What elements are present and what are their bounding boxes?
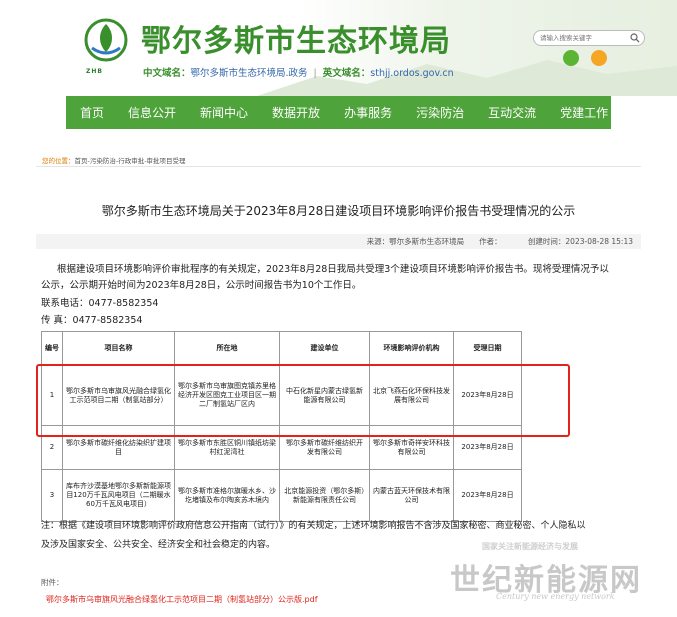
site-title[interactable]: 鄂尔多斯市生态环境局 xyxy=(141,16,451,60)
nav-item-interaction[interactable]: 互动交流 xyxy=(488,104,536,121)
col-header-builder: 建设单位 xyxy=(279,331,370,366)
contact-phone: 联系电话：0477-8582354 xyxy=(41,298,159,309)
col-header-location: 所在地 xyxy=(174,331,280,366)
weibo-icon[interactable] xyxy=(591,50,607,66)
col-header-eia-agency: 环境影响评价机构 xyxy=(369,331,454,366)
nav-item-services[interactable]: 办事服务 xyxy=(344,104,392,121)
search-icon[interactable] xyxy=(630,33,640,43)
col-header-date: 受理日期 xyxy=(453,331,522,366)
search-input[interactable] xyxy=(540,34,630,42)
table-row: 3 库布齐沙漠基地鄂尔多斯新能源项目120万千瓦风电项目（二期暖水60万千瓦风电… xyxy=(41,469,522,522)
logo-label: ZHB xyxy=(86,68,103,75)
en-domain[interactable]: sthjj.ordos.gov.cn xyxy=(370,68,453,79)
wechat-icon[interactable] xyxy=(563,50,579,66)
domain-line: 中文域名：鄂尔多斯市生态环境局.政务 | 英文域名：sthjj.ordos.gov.… xyxy=(143,65,454,79)
breadcrumb-path[interactable]: 首页-污染防治-行政审批-审批项目受理 xyxy=(75,157,186,165)
table-header-row: 编号 项目名称 所在地 建设单位 环境影响评价机构 受理日期 xyxy=(41,331,522,366)
table-cell: 3 xyxy=(41,469,63,522)
cn-domain-label: 中文域名： xyxy=(143,68,191,79)
table-cell: 鄂尔多斯市准格尔旗暖水乡、沙圪堵镇及布尔陶亥苏木境内 xyxy=(174,469,280,522)
search-box xyxy=(533,30,645,46)
col-header-no: 编号 xyxy=(41,331,63,366)
table-cell: 内蒙古蓝天环保技术有限公司 xyxy=(369,469,454,522)
nav-item-pollution[interactable]: 污染防治 xyxy=(416,104,464,121)
nav-item-info-public[interactable]: 信息公开 xyxy=(128,104,176,121)
logo-icon xyxy=(84,18,128,62)
table-cell: 2023年8月28日 xyxy=(453,469,522,522)
nav-item-data[interactable]: 数据开放 xyxy=(272,104,320,121)
nav-item-home[interactable]: 首页 xyxy=(80,104,104,121)
watermark-tagline: 国家关注新能源经济与发展 xyxy=(482,542,578,551)
nav-item-party[interactable]: 党建工作 xyxy=(560,104,608,121)
nav-item-news[interactable]: 新闻中心 xyxy=(200,104,248,121)
attachment-label: 附件： xyxy=(41,578,64,587)
attachment-link[interactable]: 鄂尔多斯市乌审旗风光融合绿氢化工示范项目二期（制氢站部分）公示版.pdf xyxy=(46,594,318,605)
breadcrumb-label: 您的位置： xyxy=(42,157,75,165)
paragraph-intro: 根据建设项目环境影响评价审批程序的有关规定，2023年8月28日我局共受理3个建… xyxy=(57,264,609,275)
note-line-1: 注：根据《建设项目环境影响评价政府信息公开指南（试行）》的有关规定，上述环境影响… xyxy=(41,521,586,531)
highlight-box xyxy=(36,364,570,437)
table-cell: 库布齐沙漠基地鄂尔多斯新能源项目120万千瓦风电项目（二期暖水60万千瓦风电项目… xyxy=(62,469,175,522)
paragraph-period: 公示，公示期开始时间为2023年8月28日，公示时间报告书为10个工作日。 xyxy=(41,280,362,291)
table-cell: 北京能源投资（鄂尔多斯）新能源有限责任公司 xyxy=(279,469,370,522)
watermark-subtitle: Century new energy network xyxy=(496,592,615,601)
site-header: ZHB 鄂尔多斯市生态环境局 中文域名：鄂尔多斯市生态环境局.政务 | 英文域名：s… xyxy=(0,0,677,96)
col-header-project: 项目名称 xyxy=(62,331,175,366)
en-domain-label: 英文域名： xyxy=(322,68,371,79)
article-title: 鄂尔多斯市生态环境局关于2023年8月28日建设项目环境影响评价报告书受理情况的… xyxy=(101,204,576,218)
domain-separator: | xyxy=(313,68,317,79)
cn-domain[interactable]: 鄂尔多斯市生态环境局.政务 xyxy=(191,68,308,79)
breadcrumb: 您的位置：首页-污染防治-行政审批-审批项目受理 xyxy=(42,155,186,165)
article-meta: 来源：鄂尔多斯市生态环境局 作者： 创建时间：2023-08-28 15:13 xyxy=(36,234,641,249)
contact-fax: 传 真：0477-8582354 xyxy=(41,315,143,326)
main-nav: 首页 信息公开 新闻中心 数据开放 办事服务 污染防治 互动交流 党建工作 xyxy=(66,96,611,129)
divider xyxy=(36,166,641,167)
